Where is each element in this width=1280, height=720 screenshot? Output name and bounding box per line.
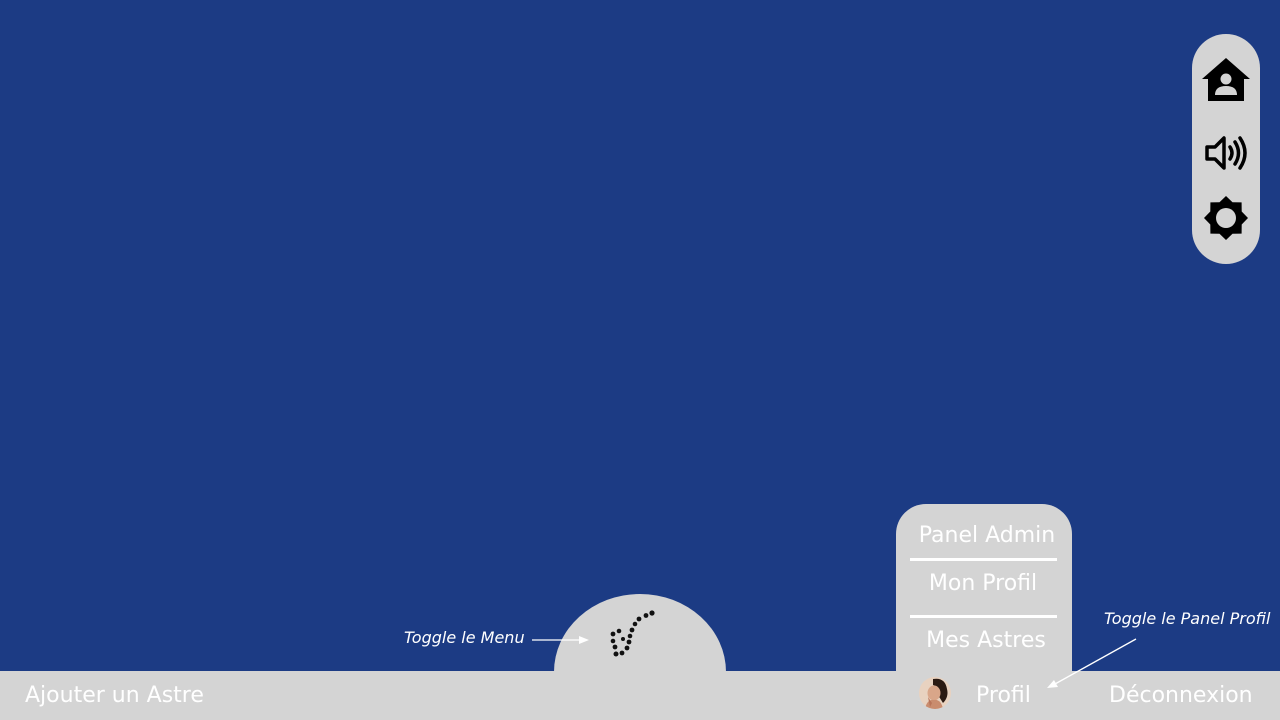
menu-hint-label: Toggle le Menu <box>404 628 525 647</box>
home-user-icon <box>1202 58 1250 101</box>
volume-icon <box>1205 136 1247 170</box>
panel-divider <box>910 558 1057 561</box>
app-canvas: Panel Admin Mon Profil Mes Astres Ajoute… <box>0 0 1280 720</box>
add-astre-button[interactable]: Ajouter un Astre <box>25 671 204 720</box>
home-button[interactable] <box>1198 52 1254 108</box>
profile-hint-label: Toggle le Panel Profil <box>1104 609 1271 628</box>
profile-button[interactable]: Profil <box>976 671 1031 720</box>
mes-astres-item[interactable]: Mes Astres <box>898 623 1074 659</box>
panel-divider <box>910 615 1057 618</box>
constellation-icon <box>610 610 655 657</box>
avatar[interactable] <box>919 677 951 709</box>
user-avatar-image <box>919 677 951 709</box>
bottom-bar: Ajouter un Astre Profil Déconnexion <box>0 671 1280 720</box>
brightness-button[interactable] <box>1198 190 1254 246</box>
volume-button[interactable] <box>1198 125 1254 181</box>
panel-admin-item[interactable]: Panel Admin <box>899 518 1075 554</box>
side-toolbar <box>1192 34 1260 264</box>
mon-profil-item[interactable]: Mon Profil <box>895 566 1071 602</box>
logout-button[interactable]: Déconnexion <box>1109 671 1253 720</box>
brightness-icon <box>1204 196 1248 240</box>
